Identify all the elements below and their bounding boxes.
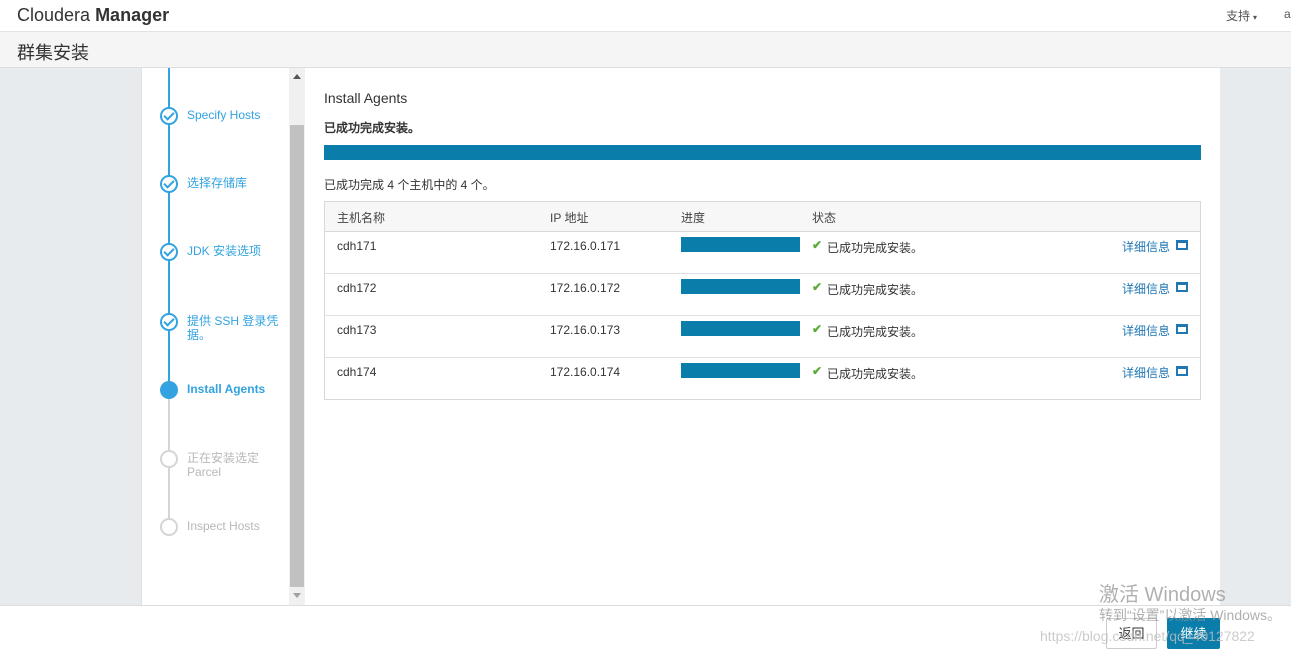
details-link[interactable]: 详细信息 (1122, 322, 1170, 339)
wizard-steps-nav: Specify Hosts 选择存储库 JDK 安装选项 提供 SSH 登录凭据… (141, 68, 289, 605)
host-progress-bar (681, 279, 800, 294)
brand-logo[interactable]: Cloudera Manager (17, 5, 169, 26)
details-link[interactable]: 详细信息 (1122, 364, 1170, 381)
host-status: 已成功完成安装。 (827, 283, 924, 297)
filled-circle-icon (160, 381, 178, 399)
host-progress-bar (681, 321, 800, 336)
page-title: 群集安装 (17, 43, 89, 63)
window-icon[interactable] (1176, 366, 1188, 376)
column-header-status: 状态 (812, 211, 837, 225)
details-link[interactable]: 详细信息 (1122, 238, 1170, 255)
scroll-down-arrow-icon[interactable] (293, 593, 301, 598)
host-name: cdh172 (337, 281, 377, 295)
host-status: 已成功完成安装。 (827, 325, 924, 339)
step-label: 正在安装选定 Parcel (187, 451, 260, 479)
host-name: cdh173 (337, 323, 377, 337)
column-header-progress: 进度 (681, 211, 706, 225)
top-navbar: Cloudera Manager 支持 ▾ a (0, 0, 1291, 32)
install-summary: 已成功完成 4 个主机中的 4 个。 (324, 178, 495, 192)
success-message: 已成功完成安装。 (324, 121, 421, 135)
host-progress-bar (681, 237, 800, 252)
column-header-host: 主机名称 (337, 211, 386, 225)
section-heading: Install Agents (324, 90, 408, 106)
user-menu[interactable]: a (1284, 7, 1291, 21)
table-header: 主机名称 IP 地址 进度 状态 (325, 202, 1200, 232)
host-status: 已成功完成安装。 (827, 241, 924, 255)
hosts-table: 主机名称 IP 地址 进度 状态 cdh171 172.16.0.171 ✔ 已… (324, 201, 1201, 400)
window-icon[interactable] (1176, 240, 1188, 250)
brand-light-text: Cloudera (17, 5, 91, 25)
page-title-bar: 群集安装 (0, 32, 1291, 68)
window-icon[interactable] (1176, 324, 1188, 334)
host-name: cdh171 (337, 239, 377, 253)
nav-scrollbar[interactable] (289, 68, 305, 605)
step-label: Inspect Hosts (187, 519, 260, 533)
step-label: 提供 SSH 登录凭据。 (187, 314, 279, 342)
support-label: 支持 (1226, 9, 1251, 23)
check-circle-icon (160, 243, 178, 261)
column-header-ip: IP 地址 (550, 211, 589, 225)
empty-circle-icon (160, 518, 178, 536)
check-circle-icon (160, 107, 178, 125)
table-row: cdh171 172.16.0.171 ✔ 已成功完成安装。 详细信息 (325, 232, 1200, 274)
table-row: cdh174 172.16.0.174 ✔ 已成功完成安装。 详细信息 (325, 358, 1200, 400)
host-status: 已成功完成安装。 (827, 367, 924, 381)
step-label: JDK 安装选项 (187, 244, 262, 258)
activate-windows-subtitle: 转到“设置”以激活 Windows。 (1099, 607, 1282, 623)
check-icon: ✔ (812, 280, 823, 294)
window-icon[interactable] (1176, 282, 1188, 292)
host-name: cdh174 (337, 365, 377, 379)
check-circle-icon (160, 313, 178, 331)
caret-down-icon: ▾ (1253, 13, 1258, 22)
scroll-up-arrow-icon[interactable] (293, 74, 301, 79)
host-ip: 172.16.0.173 (550, 323, 621, 337)
brand-bold-text: Manager (95, 5, 170, 25)
host-ip: 172.16.0.171 (550, 239, 621, 253)
check-icon: ✔ (812, 322, 823, 336)
host-ip: 172.16.0.174 (550, 365, 621, 379)
check-circle-icon (160, 175, 178, 193)
details-link[interactable]: 详细信息 (1122, 280, 1170, 297)
check-icon: ✔ (812, 238, 823, 252)
activate-windows-title: 激活 Windows (1099, 584, 1226, 606)
blog-url-watermark: https://blog.csdn.net/qq_40127822 (1040, 628, 1255, 644)
step-label: Specify Hosts (187, 108, 261, 122)
check-icon: ✔ (812, 364, 823, 378)
host-ip: 172.16.0.172 (550, 281, 621, 295)
scrollbar-thumb[interactable] (290, 125, 304, 587)
empty-circle-icon (160, 450, 178, 468)
step-label: Install Agents (187, 382, 266, 396)
step-label: 选择存储库 (187, 176, 248, 190)
main-content-panel: Install Agents 已成功完成安装。 已成功完成 4 个主机中的 4 … (305, 68, 1220, 605)
overall-progress-bar (324, 145, 1201, 160)
table-row: cdh172 172.16.0.172 ✔ 已成功完成安装。 详细信息 (325, 274, 1200, 316)
host-progress-bar (681, 363, 800, 378)
table-row: cdh173 172.16.0.173 ✔ 已成功完成安装。 详细信息 (325, 316, 1200, 358)
support-menu[interactable]: 支持 ▾ (1226, 7, 1257, 24)
